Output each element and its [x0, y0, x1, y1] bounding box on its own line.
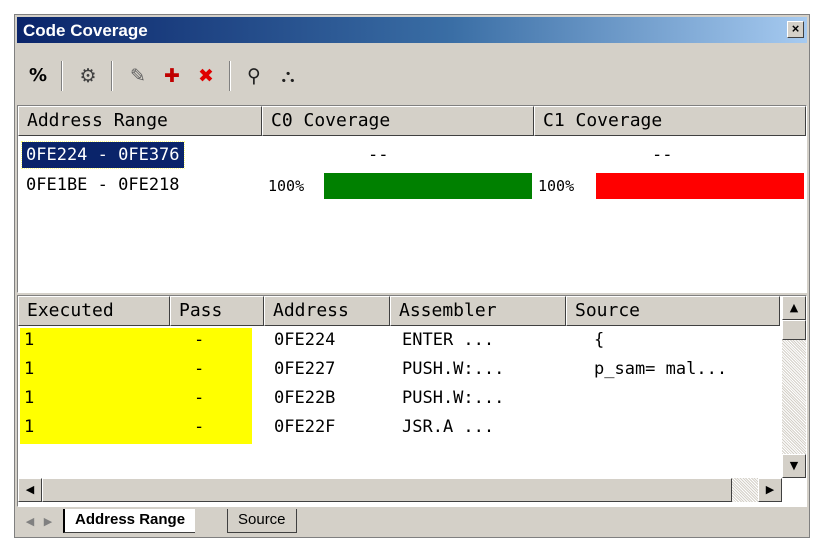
address-cell: 0FE22B	[274, 388, 336, 408]
header-address[interactable]: Address	[264, 296, 390, 326]
tab-source[interactable]: Source	[227, 509, 297, 533]
tab-strip: ◀ ▶ Address Range Source	[17, 509, 807, 535]
address-cell: 0FE224	[274, 330, 336, 350]
search-icon[interactable]: ⛬	[273, 63, 303, 89]
open-source-icon[interactable]: ⚲	[239, 63, 269, 89]
header-assembler[interactable]: Assembler	[390, 296, 566, 326]
assembler-cell: PUSH.W:...	[402, 359, 505, 379]
tab-address-range[interactable]: Address Range	[63, 509, 196, 533]
pass-cell: -	[194, 330, 205, 350]
pass-cell: -	[194, 388, 205, 408]
executed-cell: 1	[24, 388, 35, 408]
scroll-right-button[interactable]: ▶	[758, 478, 782, 502]
header-address-range[interactable]: Address Range	[18, 106, 262, 136]
header-source[interactable]: Source	[566, 296, 780, 326]
percent-icon[interactable]: %	[23, 63, 53, 89]
code-coverage-window: Code Coverage × % ⚙ ✎ ✚ ✖ ⚲ ⛬ Address Ra…	[14, 14, 810, 538]
edit-range-icon[interactable]: ✎	[123, 63, 153, 89]
tab-scroll-left-button[interactable]: ◀	[21, 512, 39, 532]
header-c1-coverage[interactable]: C1 Coverage	[534, 106, 806, 136]
add-range-icon[interactable]: ✚	[157, 63, 187, 89]
title-bar[interactable]: Code Coverage ×	[17, 17, 807, 43]
c0-coverage-bar	[324, 173, 532, 199]
scroll-left-button[interactable]: ◀	[18, 478, 42, 502]
executed-cell: 1	[24, 417, 35, 437]
horizontal-scroll-thumb[interactable]	[42, 478, 732, 502]
toolbar-separator	[229, 61, 231, 91]
address-range-list: Address Range C0 Coverage C1 Coverage 0F…	[17, 105, 807, 293]
c0-value: --	[368, 145, 389, 165]
scroll-down-button[interactable]: ▼	[782, 454, 806, 478]
delete-range-icon[interactable]: ✖	[191, 63, 221, 89]
assembler-cell: ENTER ...	[402, 330, 495, 350]
header-pass[interactable]: Pass	[170, 296, 264, 326]
c0-percent: 100%	[268, 177, 305, 195]
assembler-cell: PUSH.W:...	[402, 388, 505, 408]
coverage-refresh-icon[interactable]: ⚙	[73, 63, 103, 89]
toolbar: % ⚙ ✎ ✚ ✖ ⚲ ⛬	[17, 45, 807, 103]
toolbar-separator	[111, 61, 113, 91]
tab-scroll-right-button[interactable]: ▶	[39, 512, 57, 532]
toolbar-separator	[61, 61, 63, 91]
range-cell[interactable]: 0FE224 - 0FE376	[21, 141, 185, 169]
c1-percent: 100%	[538, 177, 575, 195]
close-button[interactable]: ×	[787, 21, 804, 38]
address-cell: 0FE227	[274, 359, 336, 379]
executed-highlight	[20, 328, 252, 444]
scroll-up-button[interactable]: ▲	[782, 296, 806, 320]
pass-cell: -	[194, 359, 205, 379]
address-cell: 0FE22F	[274, 417, 336, 437]
assembler-cell: JSR.A ...	[402, 417, 495, 437]
executed-cell: 1	[24, 359, 35, 379]
header-c0-coverage[interactable]: C0 Coverage	[262, 106, 534, 136]
executed-cell: 1	[24, 330, 35, 350]
window-title: Code Coverage	[23, 21, 148, 40]
range-cell[interactable]: 0FE1BE - 0FE218	[26, 172, 180, 198]
pass-cell: -	[194, 417, 205, 437]
header-executed[interactable]: Executed	[18, 296, 170, 326]
source-cell: {	[594, 330, 605, 350]
vertical-scroll-thumb[interactable]	[782, 320, 806, 340]
instruction-list: Executed Pass Address Assembler Source 1…	[17, 295, 807, 507]
c1-coverage-bar	[596, 173, 804, 199]
c1-value: --	[652, 145, 673, 165]
source-cell: p_sam= mal...	[594, 359, 728, 379]
